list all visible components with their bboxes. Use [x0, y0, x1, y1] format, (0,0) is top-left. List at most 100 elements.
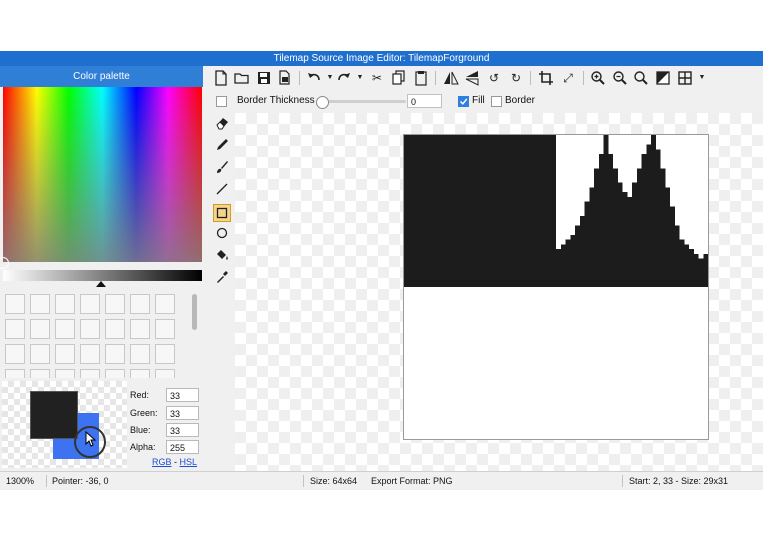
color-swatch[interactable]	[55, 369, 75, 378]
pixel-shape	[404, 135, 708, 287]
invert-icon[interactable]	[655, 70, 671, 86]
color-swatch[interactable]	[55, 294, 75, 314]
border-thickness-label: Border Thickness	[237, 95, 315, 106]
fill-bucket-icon[interactable]	[213, 248, 231, 266]
color-swatch[interactable]	[55, 344, 75, 364]
redo-dropdown-icon[interactable]: ▼	[352, 70, 368, 86]
color-swatch[interactable]	[155, 319, 175, 339]
zoom-level: 1300%	[6, 476, 35, 486]
red-label: Red:	[130, 390, 150, 400]
rotate-right-icon[interactable]: ↻	[508, 70, 524, 86]
eraser-icon[interactable]	[213, 116, 231, 134]
pointer-position: Pointer: -36, 0	[52, 476, 109, 486]
color-swatch[interactable]	[55, 319, 75, 339]
border-thickness-checkbox[interactable]	[216, 96, 227, 107]
color-swatch[interactable]	[155, 369, 175, 378]
brush-icon[interactable]	[213, 160, 231, 178]
mouse-pointer-icon	[85, 431, 97, 447]
color-swatch[interactable]	[80, 319, 100, 339]
flip-vertical-icon[interactable]	[464, 70, 480, 86]
tool-options-bar: Border Thickness 0 Fill Border	[207, 89, 763, 113]
resize-icon[interactable]: ⤢	[560, 70, 576, 86]
color-swatch[interactable]	[30, 319, 50, 339]
grid-icon[interactable]	[677, 70, 693, 86]
swatch-grid	[5, 292, 185, 378]
color-spectrum[interactable]	[0, 87, 202, 269]
check-icon	[459, 98, 468, 105]
new-file-icon[interactable]	[213, 70, 229, 86]
red-input[interactable]: 33	[166, 388, 199, 402]
color-swatch[interactable]	[30, 294, 50, 314]
export-format: Export Format: PNG	[371, 476, 453, 486]
rotate-left-icon[interactable]: ↺	[486, 70, 502, 86]
border-label: Border	[505, 95, 536, 106]
color-swatch[interactable]	[105, 369, 125, 378]
green-label: Green:	[130, 408, 158, 418]
swatch-scrollbar[interactable]	[192, 294, 197, 330]
color-swatch[interactable]	[5, 294, 25, 314]
green-input[interactable]: 33	[166, 406, 199, 420]
border-thickness-slider-handle[interactable]	[316, 96, 329, 109]
color-swatch[interactable]	[5, 344, 25, 364]
paste-icon[interactable]	[413, 70, 429, 86]
brightness-bar[interactable]	[3, 270, 202, 281]
border-thickness-slider[interactable]	[322, 100, 406, 103]
spectrum-marker[interactable]	[0, 257, 9, 269]
color-swatch[interactable]	[130, 344, 150, 364]
pencil-icon[interactable]	[213, 138, 231, 156]
color-swatch[interactable]	[130, 369, 150, 378]
color-swatch[interactable]	[155, 294, 175, 314]
border-checkbox[interactable]	[491, 96, 502, 107]
zoom-out-icon[interactable]	[612, 70, 628, 86]
image-canvas[interactable]	[403, 134, 709, 440]
main-toolbar: ▼ ▼ ✂ ↺ ↻ ⤢ ▼	[207, 66, 763, 89]
image-size: Size: 64x64	[310, 476, 358, 486]
save-icon[interactable]	[256, 70, 272, 86]
selection-info: Start: 2, 33 - Size: 29x31	[629, 476, 729, 486]
toolbar-separator	[435, 71, 436, 85]
zoom-in-icon[interactable]	[590, 70, 606, 86]
color-swatch[interactable]	[80, 369, 100, 378]
rectangle-icon[interactable]	[213, 204, 231, 222]
color-swatch[interactable]	[155, 344, 175, 364]
blue-input[interactable]: 33	[166, 423, 199, 437]
eyedropper-icon[interactable]	[213, 270, 231, 288]
color-swatch[interactable]	[130, 294, 150, 314]
toolbar-separator	[299, 71, 300, 85]
ellipse-icon[interactable]	[213, 226, 231, 244]
color-swatch[interactable]	[105, 344, 125, 364]
crop-icon[interactable]	[538, 70, 554, 86]
color-swatch[interactable]	[5, 369, 25, 378]
color-swatch[interactable]	[30, 369, 50, 378]
copy-icon[interactable]	[391, 70, 407, 86]
brightness-slider-handle[interactable]	[96, 281, 106, 287]
color-swatch[interactable]	[80, 294, 100, 314]
zoom-fit-icon[interactable]	[633, 70, 649, 86]
hsl-mode-link[interactable]: HSL	[180, 457, 198, 467]
undo-icon[interactable]	[306, 70, 322, 86]
color-swatch[interactable]	[105, 294, 125, 314]
status-bar: 1300% Pointer: -36, 0 Size: 64x64 Export…	[0, 471, 763, 490]
color-swatch[interactable]	[30, 344, 50, 364]
line-icon[interactable]	[213, 182, 231, 200]
drawing-tools	[208, 113, 234, 471]
palette-title: Color palette	[0, 66, 203, 87]
color-swatch[interactable]	[130, 319, 150, 339]
color-swatch[interactable]	[105, 319, 125, 339]
status-separator	[303, 475, 304, 487]
grid-dropdown-icon[interactable]: ▼	[694, 70, 710, 86]
open-folder-icon[interactable]	[234, 70, 250, 86]
alpha-input[interactable]: 255	[166, 440, 199, 454]
save-as-icon[interactable]	[277, 70, 293, 86]
flip-horizontal-icon[interactable]	[443, 70, 459, 86]
color-swatch[interactable]	[5, 319, 25, 339]
canvas-area[interactable]	[235, 113, 763, 471]
border-thickness-input[interactable]: 0	[407, 94, 442, 108]
cut-icon[interactable]: ✂	[369, 70, 385, 86]
editor-window: Tilemap Source Image Editor: TilemapForg…	[0, 51, 763, 490]
redo-icon[interactable]	[336, 70, 352, 86]
fill-checkbox[interactable]	[458, 96, 469, 107]
rgb-mode-link[interactable]: RGB	[152, 457, 172, 467]
color-swatch[interactable]	[80, 344, 100, 364]
primary-color-swatch[interactable]	[30, 391, 78, 439]
